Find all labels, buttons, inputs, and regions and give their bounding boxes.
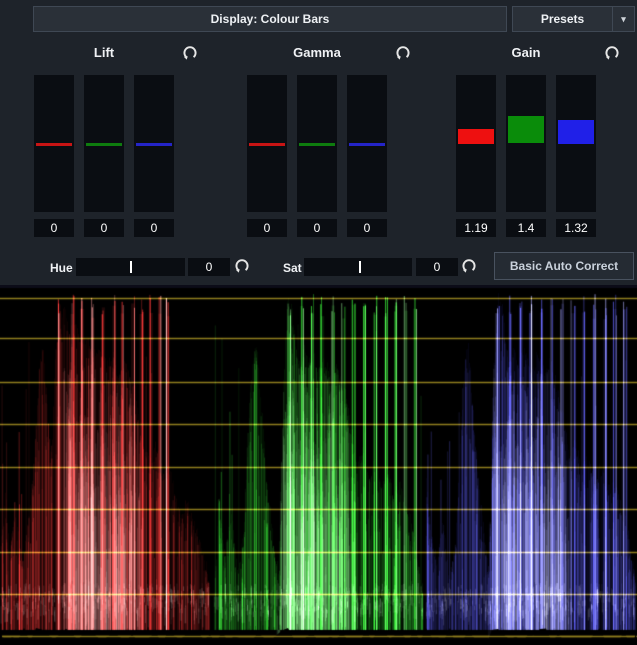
gamma-red-handle[interactable] xyxy=(249,143,285,146)
gamma-reset-button[interactable] xyxy=(394,44,412,62)
lift-blue-handle[interactable] xyxy=(136,143,172,146)
gamma-blue-value[interactable]: 0 xyxy=(347,219,387,237)
gamma-green-value[interactable]: 0 xyxy=(297,219,337,237)
reset-icon xyxy=(394,44,412,62)
lift-group: Lift 0 0 0 xyxy=(24,40,200,240)
hue-label: Hue xyxy=(50,261,73,275)
display-mode-label: Display: Colour Bars xyxy=(211,12,330,26)
gamma-green-slider[interactable] xyxy=(297,75,337,212)
gamma-green-handle[interactable] xyxy=(299,143,335,146)
sat-slider-tick[interactable] xyxy=(359,261,361,273)
reset-icon xyxy=(603,44,621,62)
basic-auto-correct-button[interactable]: Basic Auto Correct xyxy=(494,252,634,280)
gamma-blue-handle[interactable] xyxy=(349,143,385,146)
gain-title: Gain xyxy=(446,45,606,60)
sat-reset-button[interactable] xyxy=(460,257,478,275)
chevron-down-icon: ▾ xyxy=(621,14,626,25)
gain-reset-button[interactable] xyxy=(603,44,621,62)
sat-label: Sat xyxy=(283,261,302,275)
reset-icon xyxy=(460,257,478,275)
sat-value[interactable]: 0 xyxy=(416,258,458,276)
lift-title: Lift xyxy=(24,45,184,60)
hue-slider[interactable] xyxy=(76,258,185,276)
lift-red-handle[interactable] xyxy=(36,143,72,146)
lift-green-slider[interactable] xyxy=(84,75,124,212)
hue-reset-button[interactable] xyxy=(233,257,251,275)
gain-green-handle[interactable] xyxy=(508,116,544,143)
waveform-scope xyxy=(0,285,637,645)
basic-auto-correct-label: Basic Auto Correct xyxy=(510,259,618,273)
gain-green-slider[interactable] xyxy=(506,75,546,212)
lift-blue-slider[interactable] xyxy=(134,75,174,212)
gain-red-value[interactable]: 1.19 xyxy=(456,219,496,237)
gamma-blue-slider[interactable] xyxy=(347,75,387,212)
presets-label: Presets xyxy=(513,12,612,26)
gain-blue-value[interactable]: 1.32 xyxy=(556,219,596,237)
gamma-red-value[interactable]: 0 xyxy=(247,219,287,237)
hue-value[interactable]: 0 xyxy=(188,258,230,276)
presets-button[interactable]: Presets ▾ xyxy=(512,6,635,32)
gamma-group: Gamma 0 0 0 xyxy=(237,40,413,240)
lift-green-handle[interactable] xyxy=(86,143,122,146)
presets-dropdown-arrow[interactable]: ▾ xyxy=(612,7,634,31)
gain-blue-handle[interactable] xyxy=(558,120,594,144)
lift-red-value[interactable]: 0 xyxy=(34,219,74,237)
colour-correction-panel: Display: Colour Bars Presets ▾ Lift 0 0 … xyxy=(0,0,637,645)
gamma-title: Gamma xyxy=(237,45,397,60)
reset-icon xyxy=(181,44,199,62)
display-mode-button[interactable]: Display: Colour Bars xyxy=(33,6,507,32)
gain-group: Gain 1.19 1.4 1.32 xyxy=(446,40,622,240)
lift-reset-button[interactable] xyxy=(181,44,199,62)
gain-blue-slider[interactable] xyxy=(556,75,596,212)
reset-icon xyxy=(233,257,251,275)
lift-red-slider[interactable] xyxy=(34,75,74,212)
lift-green-value[interactable]: 0 xyxy=(84,219,124,237)
sat-slider[interactable] xyxy=(304,258,412,276)
gain-red-handle[interactable] xyxy=(458,129,494,144)
gamma-red-slider[interactable] xyxy=(247,75,287,212)
hue-slider-tick[interactable] xyxy=(130,261,132,273)
gain-green-value[interactable]: 1.4 xyxy=(506,219,546,237)
lift-blue-value[interactable]: 0 xyxy=(134,219,174,237)
gain-red-slider[interactable] xyxy=(456,75,496,212)
